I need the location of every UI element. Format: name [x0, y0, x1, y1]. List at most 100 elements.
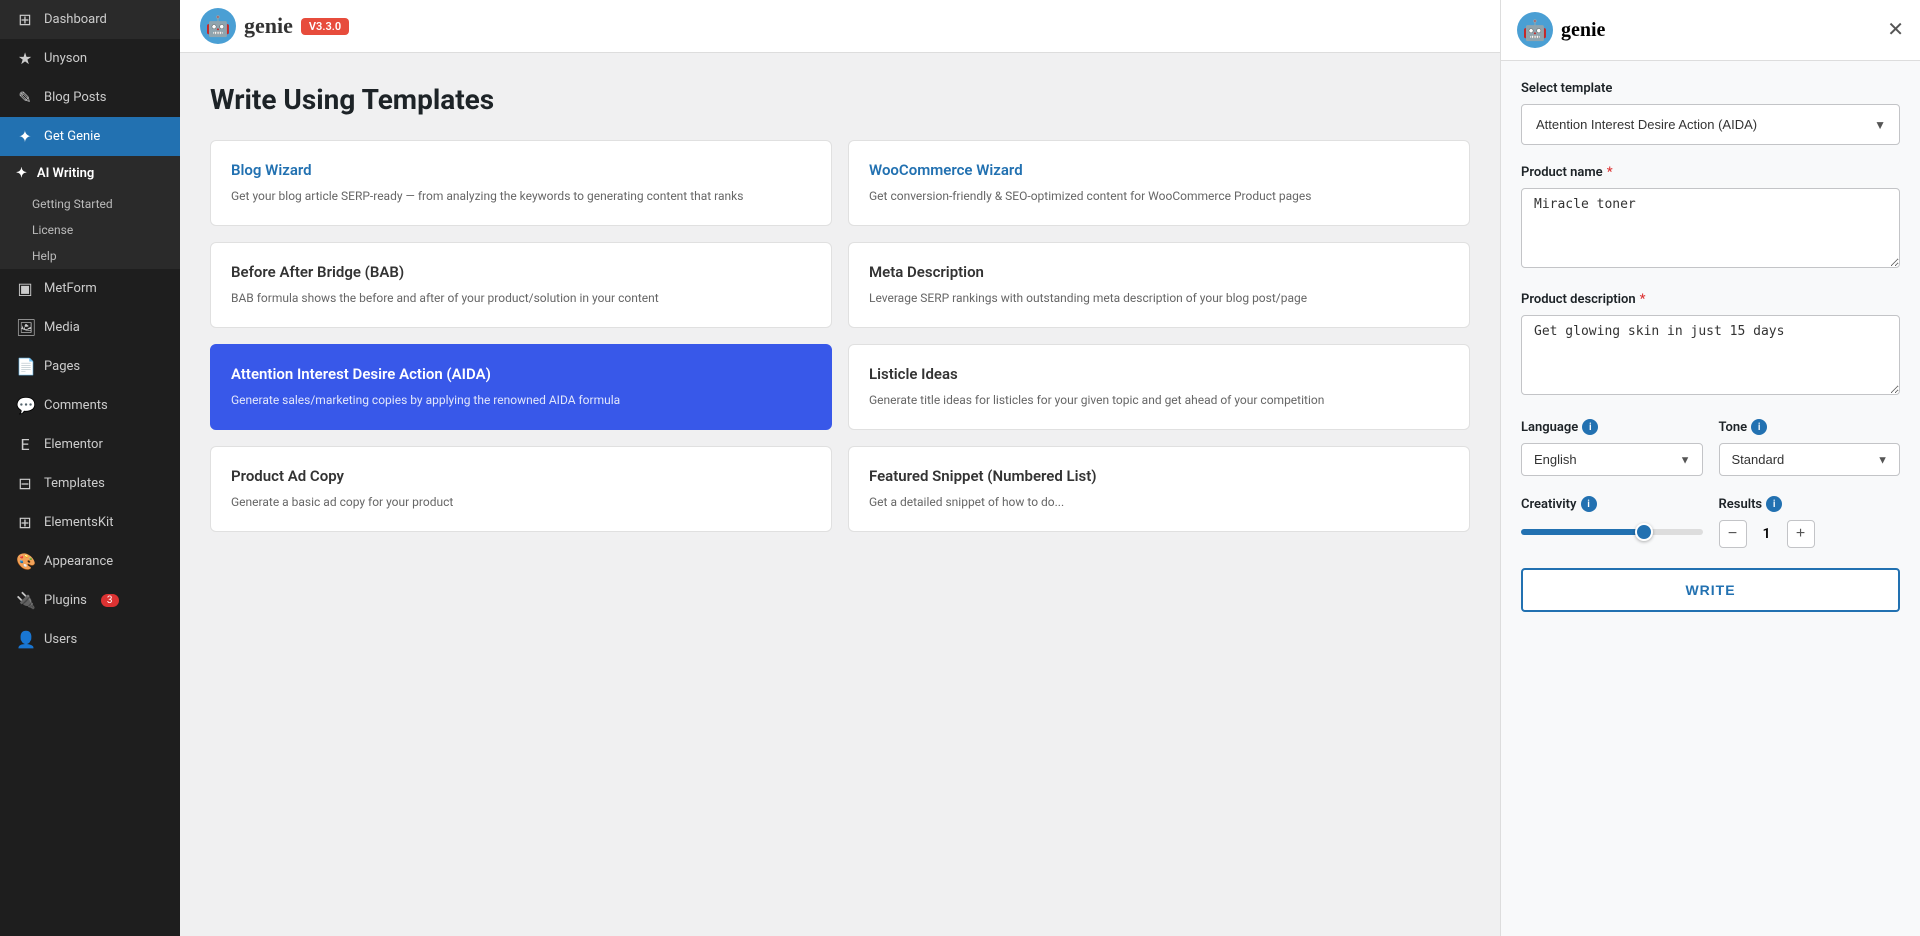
results-label: Results i — [1719, 496, 1901, 512]
results-info-icon[interactable]: i — [1766, 496, 1782, 512]
language-info-icon[interactable]: i — [1582, 419, 1598, 435]
right-panel-logo-text: genie — [1561, 19, 1605, 42]
results-stepper: − 1 + — [1719, 520, 1901, 548]
results-value: 1 — [1755, 526, 1779, 542]
blog-posts-icon: ✎ — [16, 88, 34, 107]
template-card-desc: Generate sales/marketing copies by apply… — [231, 391, 811, 409]
template-card-listicle-ideas[interactable]: Listicle Ideas Generate title ideas for … — [848, 344, 1470, 430]
required-indicator-desc: * — [1640, 292, 1646, 307]
tone-info-icon[interactable]: i — [1751, 419, 1767, 435]
template-select[interactable]: Attention Interest Desire Action (AIDA) … — [1521, 104, 1900, 145]
results-group: Results i − 1 + — [1719, 496, 1901, 548]
right-panel-body: Select template Attention Interest Desir… — [1501, 61, 1920, 632]
template-card-title: Blog Wizard — [231, 161, 811, 179]
right-panel-header: 🤖 genie ✕ — [1501, 0, 1920, 61]
sidebar-item-appearance[interactable]: 🎨 Appearance — [0, 542, 180, 581]
template-card-desc: Get conversion-friendly & SEO-optimized … — [869, 187, 1449, 205]
template-card-woocommerce-wizard[interactable]: WooCommerce Wizard Get conversion-friend… — [848, 140, 1470, 226]
template-card-title: Attention Interest Desire Action (AIDA) — [231, 365, 811, 383]
genie-robot-icon: 🤖 — [200, 8, 236, 44]
close-button[interactable]: ✕ — [1887, 20, 1904, 40]
product-name-label: Product name * — [1521, 165, 1900, 180]
creativity-info-icon[interactable]: i — [1581, 496, 1597, 512]
template-card-desc: Generate title ideas for listicles for y… — [869, 391, 1449, 409]
genie-logo: 🤖 genie V3.3.0 — [200, 8, 349, 44]
select-template-group: Select template Attention Interest Desir… — [1521, 81, 1900, 145]
product-description-input[interactable]: Get glowing skin in just 15 days — [1521, 315, 1900, 395]
creativity-group: Creativity i — [1521, 496, 1703, 548]
sidebar-item-blog-posts[interactable]: ✎ Blog Posts — [0, 78, 180, 117]
required-indicator: * — [1607, 165, 1613, 180]
language-tone-row: Language i English French Spanish German… — [1521, 419, 1900, 496]
template-card-desc: Leverage SERP rankings with outstanding … — [869, 289, 1449, 307]
product-name-input[interactable]: Miracle toner — [1521, 188, 1900, 268]
tone-group: Tone i Standard Professional Casual Frie… — [1719, 419, 1901, 476]
template-card-aida[interactable]: Attention Interest Desire Action (AIDA) … — [210, 344, 832, 430]
language-select[interactable]: English French Spanish German Italian — [1521, 443, 1703, 476]
template-card-blog-wizard[interactable]: Blog Wizard Get your blog article SERP-r… — [210, 140, 832, 226]
creativity-label: Creativity i — [1521, 496, 1703, 512]
tone-select-wrapper: Standard Professional Casual Friendly Bo… — [1719, 443, 1901, 476]
sidebar-item-metform[interactable]: ▣ MetForm — [0, 269, 180, 308]
sidebar-item-ai-writing[interactable]: ✦ AI Writing — [0, 156, 180, 191]
template-card-title: Featured Snippet (Numbered List) — [869, 467, 1449, 485]
results-decrement-button[interactable]: − — [1719, 520, 1747, 548]
write-button[interactable]: WRITE — [1521, 568, 1900, 612]
product-description-label: Product description * — [1521, 292, 1900, 307]
template-card-desc: Get your blog article SERP-ready — from … — [231, 187, 811, 205]
right-panel-robot-icon: 🤖 — [1517, 12, 1553, 48]
sidebar-item-templates[interactable]: ⊟ Templates — [0, 464, 180, 503]
template-card-bab[interactable]: Before After Bridge (BAB) BAB formula sh… — [210, 242, 832, 328]
get-genie-icon: ✦ — [16, 127, 34, 146]
sidebar-item-license[interactable]: License — [0, 217, 180, 243]
right-panel-logo: 🤖 genie — [1517, 12, 1605, 48]
plugins-icon: 🔌 — [16, 591, 34, 610]
template-card-title: Meta Description — [869, 263, 1449, 281]
sidebar-item-pages[interactable]: 📄 Pages — [0, 347, 180, 386]
page-title: Write Using Templates — [210, 83, 1470, 116]
sidebar-item-getting-started[interactable]: Getting Started — [0, 191, 180, 217]
template-card-desc: Generate a basic ad copy for your produc… — [231, 493, 811, 511]
template-card-product-ad-copy[interactable]: Product Ad Copy Generate a basic ad copy… — [210, 446, 832, 532]
media-icon: 🖼 — [16, 318, 34, 337]
template-card-featured-snippet[interactable]: Featured Snippet (Numbered List) Get a d… — [848, 446, 1470, 532]
template-card-desc: BAB formula shows the before and after o… — [231, 289, 811, 307]
sidebar-item-media[interactable]: 🖼 Media — [0, 308, 180, 347]
sidebar: ⊞ Dashboard ★ Unyson ✎ Blog Posts ✦ Get … — [0, 0, 180, 936]
language-select-wrapper: English French Spanish German Italian — [1521, 443, 1703, 476]
templates-content: Write Using Templates Blog Wizard Get yo… — [180, 53, 1500, 562]
plugins-badge: 3 — [101, 594, 119, 607]
sidebar-item-plugins[interactable]: 🔌 Plugins 3 — [0, 581, 180, 620]
sidebar-item-users[interactable]: 👤 Users — [0, 620, 180, 659]
template-card-meta-description[interactable]: Meta Description Leverage SERP rankings … — [848, 242, 1470, 328]
pages-icon: 📄 — [16, 357, 34, 376]
language-group: Language i English French Spanish German… — [1521, 419, 1703, 476]
template-card-title: Listicle Ideas — [869, 365, 1449, 383]
sidebar-item-dashboard[interactable]: ⊞ Dashboard — [0, 0, 180, 39]
sidebar-item-help[interactable]: Help — [0, 243, 180, 269]
creativity-slider[interactable] — [1521, 529, 1703, 535]
template-select-wrapper: Attention Interest Desire Action (AIDA) … — [1521, 104, 1900, 145]
unyson-icon: ★ — [16, 49, 34, 68]
creativity-slider-container — [1521, 520, 1703, 539]
template-card-title: Before After Bridge (BAB) — [231, 263, 811, 281]
comments-icon: 💬 — [16, 396, 34, 415]
genie-logo-text: genie — [244, 13, 293, 39]
sidebar-item-comments[interactable]: 💬 Comments — [0, 386, 180, 425]
sidebar-item-elementskit[interactable]: ⊞ ElementsKit — [0, 503, 180, 542]
tone-label: Tone i — [1719, 419, 1901, 435]
results-increment-button[interactable]: + — [1787, 520, 1815, 548]
sidebar-item-unyson[interactable]: ★ Unyson — [0, 39, 180, 78]
product-description-group: Product description * Get glowing skin i… — [1521, 292, 1900, 399]
templates-grid: Blog Wizard Get your blog article SERP-r… — [210, 140, 1470, 532]
elementor-icon: E — [16, 435, 34, 454]
sidebar-item-get-genie[interactable]: ✦ Get Genie — [0, 117, 180, 156]
language-label: Language i — [1521, 419, 1703, 435]
tone-select[interactable]: Standard Professional Casual Friendly Bo… — [1719, 443, 1901, 476]
elementskit-icon: ⊞ — [16, 513, 34, 532]
version-badge: V3.3.0 — [301, 18, 349, 35]
select-template-label: Select template — [1521, 81, 1900, 96]
sidebar-item-elementor[interactable]: E Elementor — [0, 425, 180, 464]
metform-icon: ▣ — [16, 279, 34, 298]
ai-writing-icon: ✦ — [16, 166, 27, 181]
